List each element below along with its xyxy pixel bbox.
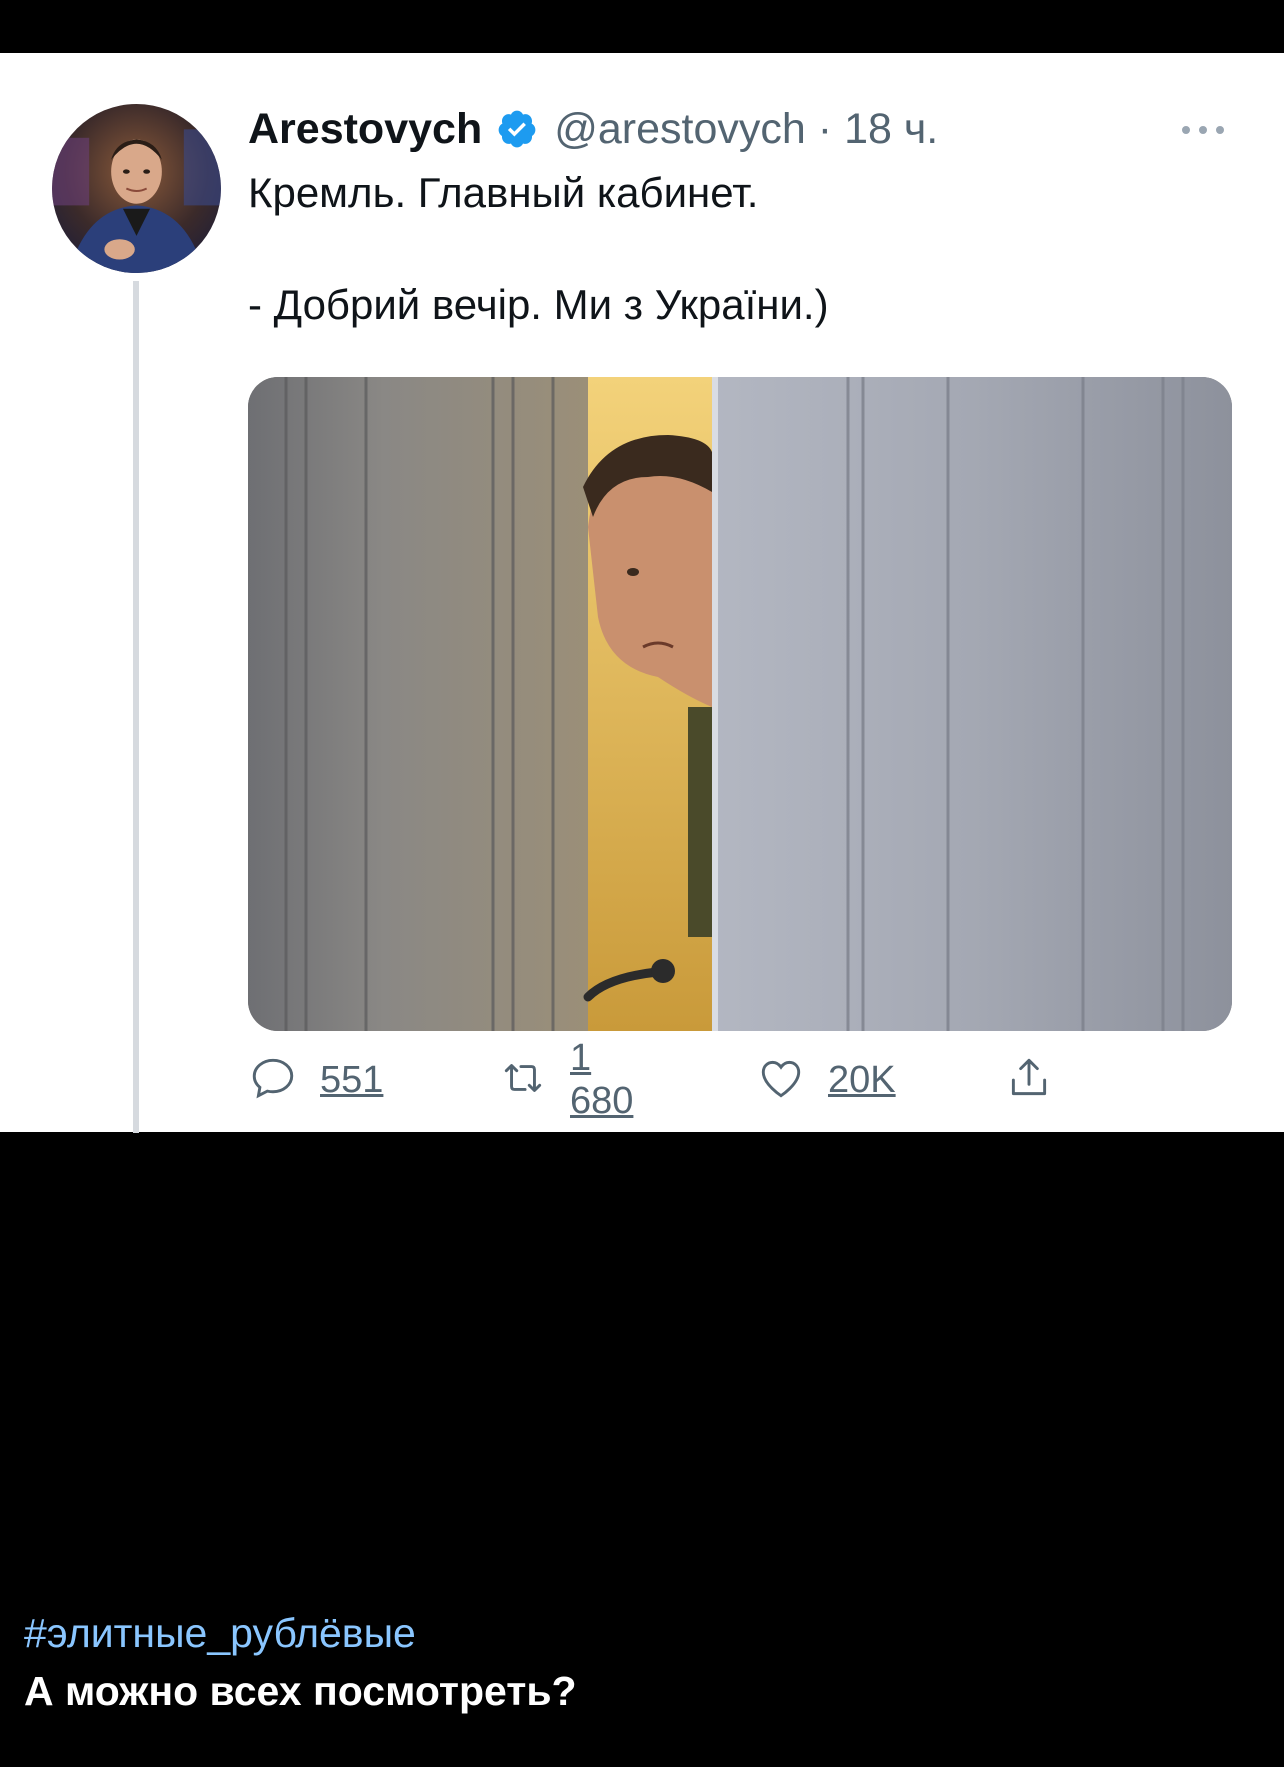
tweet-card[interactable]: Arestovych @arestovych · 18 ч. Кремль. Г…: [0, 53, 1284, 1133]
share-button[interactable]: [1004, 1056, 1054, 1104]
retweet-button[interactable]: 1 680: [498, 1037, 633, 1122]
verified-badge-icon: [496, 108, 538, 150]
caption-text: А можно всех посмотреть?: [24, 1668, 577, 1714]
thread-line: [133, 281, 139, 1133]
caption-hashtag[interactable]: #элитные_рублёвые: [24, 1610, 416, 1657]
avatar-image: [52, 104, 221, 273]
like-count: 20K: [828, 1058, 896, 1101]
display-name[interactable]: Arestovych: [248, 105, 482, 154]
timestamp[interactable]: 18 ч.: [844, 105, 938, 154]
tweet-header: Arestovych @arestovych · 18 ч.: [248, 99, 938, 159]
like-button[interactable]: 20K: [756, 1056, 896, 1104]
retweet-icon: [498, 1053, 548, 1108]
separator: ·: [817, 104, 833, 153]
share-icon: [1004, 1053, 1054, 1108]
avatar[interactable]: [52, 104, 221, 273]
tweet-media-image[interactable]: [248, 377, 1232, 1031]
reply-button[interactable]: 551: [248, 1056, 383, 1104]
tweet-text-line: Кремль. Главный кабинет.: [248, 169, 759, 216]
handle[interactable]: @arestovych: [554, 105, 806, 154]
retweet-count: 1 680: [570, 1037, 634, 1122]
like-icon: [756, 1053, 806, 1108]
reply-icon: [248, 1053, 298, 1108]
more-icon[interactable]: [1178, 123, 1228, 137]
reply-count: 551: [320, 1058, 384, 1101]
tweet-text-line: - Добрий вечір. Ми з України.): [248, 281, 829, 328]
tweet-text: Кремль. Главный кабинет. - Добрий вечір.…: [248, 165, 1208, 333]
